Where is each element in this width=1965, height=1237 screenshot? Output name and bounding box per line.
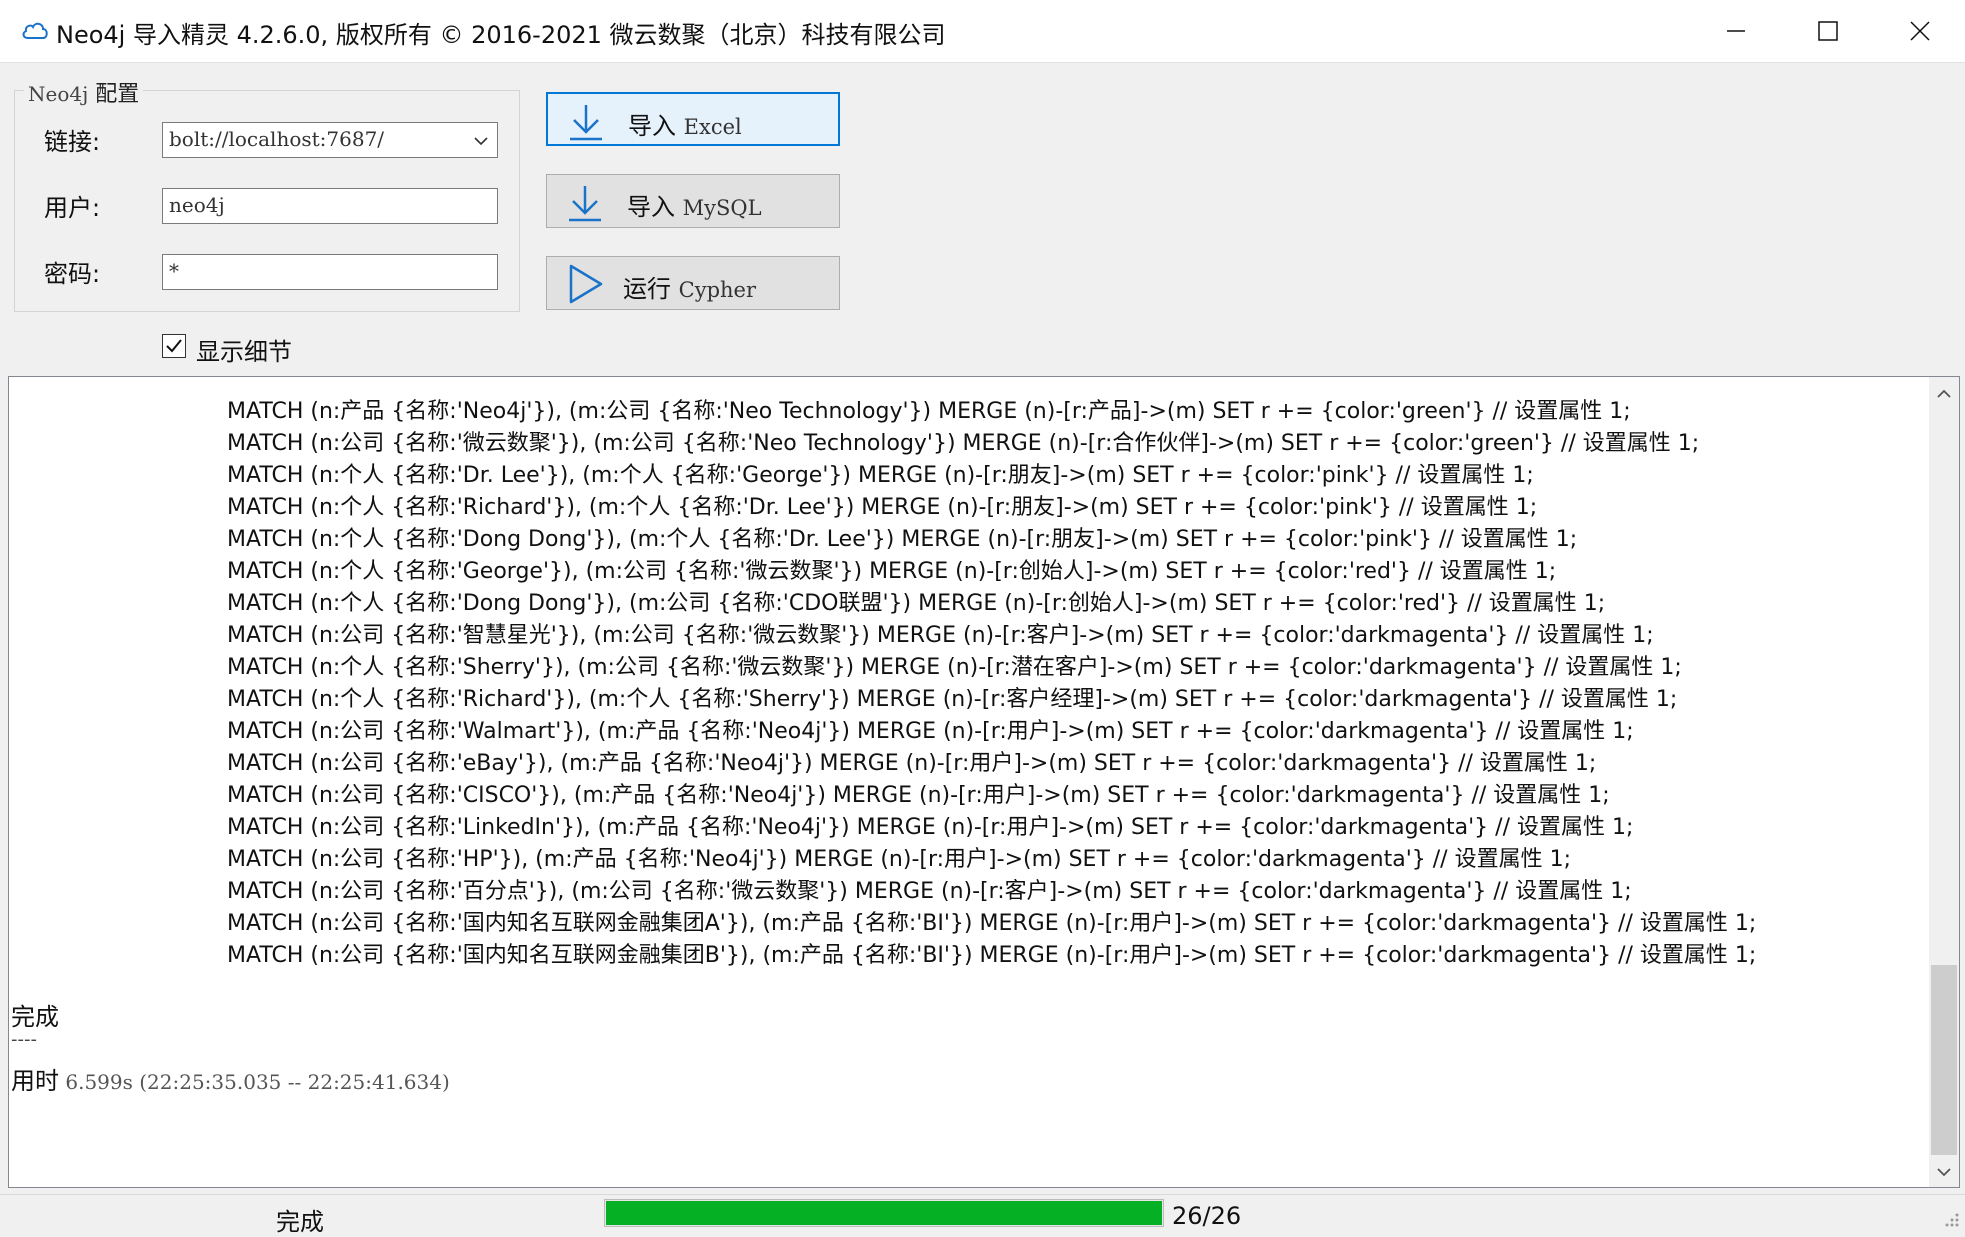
scroll-thumb[interactable] (1931, 965, 1957, 1155)
log-line: MATCH (n:公司 {名称:'国内知名互联网金融集团A'}), (m:产品 … (227, 911, 1757, 936)
progress-fill (606, 1201, 1162, 1225)
log-line: MATCH (n:公司 {名称:'百分点'}), (m:公司 {名称:'微云数聚… (227, 879, 1632, 904)
minimize-button[interactable] (1690, 0, 1782, 62)
run-cypher-button[interactable]: 运行 Cypher (546, 256, 840, 310)
import-mysql-button[interactable]: 导入 MySQL (546, 174, 840, 228)
maximize-icon (1818, 21, 1838, 41)
import-excel-button[interactable]: 导入 Excel (546, 92, 840, 146)
connection-combobox[interactable]: bolt://localhost:7687/ (162, 122, 498, 158)
import-mysql-label: 导入 MySQL (627, 193, 762, 221)
log-line: MATCH (n:个人 {名称:'Sherry'}), (m:公司 {名称:'微… (227, 655, 1682, 680)
log-scrollbar[interactable] (1929, 377, 1959, 1187)
checkmark-icon (166, 339, 182, 353)
password-input[interactable]: * (162, 254, 498, 290)
checkbox-box[interactable] (162, 334, 186, 358)
config-group-title: Neo4j 配置 (24, 76, 144, 108)
log-line: MATCH (n:个人 {名称:'Richard'}), (m:个人 {名称:'… (227, 687, 1678, 712)
progress-count: 26/26 (1172, 1202, 1242, 1230)
log-line: MATCH (n:产品 {名称:'Neo4j'}), (m:公司 {名称:'Ne… (227, 399, 1631, 424)
user-label: 用户: (44, 194, 101, 222)
import-excel-label: 导入 Excel (628, 112, 742, 140)
log-line: MATCH (n:个人 {名称:'Dong Dong'}), (m:公司 {名称… (227, 591, 1606, 616)
password-label: 密码: (44, 260, 101, 288)
run-cypher-label: 运行 Cypher (623, 275, 757, 303)
log-output[interactable]: MATCH (n:产品 {名称:'Neo4j'}), (m:公司 {名称:'Ne… (8, 376, 1960, 1188)
log-separator: ---- (11, 1029, 37, 1050)
scroll-up-icon[interactable] (1935, 385, 1953, 403)
progress-bar (604, 1199, 1164, 1227)
log-line: MATCH (n:公司 {名称:'微云数聚'}), (m:公司 {名称:'Neo… (227, 431, 1700, 456)
resize-grip-icon[interactable] (1941, 1209, 1961, 1229)
scroll-down-icon[interactable] (1935, 1163, 1953, 1181)
status-bar: 完成 26/26 (0, 1194, 1965, 1236)
log-line: MATCH (n:公司 {名称:'HP'}), (m:产品 {名称:'Neo4j… (227, 847, 1571, 872)
log-line: MATCH (n:个人 {名称:'George'}), (m:公司 {名称:'微… (227, 559, 1557, 584)
log-line: MATCH (n:公司 {名称:'eBay'}), (m:产品 {名称:'Neo… (227, 751, 1597, 776)
window-title: Neo4j 导入精灵 4.2.6.0, 版权所有 © 2016-2021 微云数… (56, 21, 946, 49)
close-icon (1910, 21, 1930, 41)
log-line: MATCH (n:公司 {名称:'Walmart'}), (m:产品 {名称:'… (227, 719, 1634, 744)
log-line: MATCH (n:公司 {名称:'CISCO'}), (m:产品 {名称:'Ne… (227, 783, 1610, 808)
user-input[interactable]: neo4j (162, 188, 498, 224)
connection-value: bolt://localhost:7687/ (169, 127, 385, 151)
log-line: MATCH (n:公司 {名称:'智慧星光'}), (m:公司 {名称:'微云数… (227, 623, 1654, 648)
connection-label: 链接: (44, 128, 101, 156)
minimize-icon (1727, 30, 1745, 32)
log-line: MATCH (n:个人 {名称:'Dr. Lee'}), (m:个人 {名称:'… (227, 463, 1534, 488)
download-arrow-icon (570, 105, 602, 141)
chevron-down-icon[interactable] (471, 131, 491, 151)
log-line: MATCH (n:公司 {名称:'LinkedIn'}), (m:产品 {名称:… (227, 815, 1634, 840)
cloud-icon (22, 22, 48, 39)
title-bar: Neo4j 导入精灵 4.2.6.0, 版权所有 © 2016-2021 微云数… (0, 0, 1965, 63)
log-line: MATCH (n:个人 {名称:'Richard'}), (m:个人 {名称:'… (227, 495, 1538, 520)
play-icon (569, 264, 603, 304)
log-line: MATCH (n:个人 {名称:'Dong Dong'}), (m:个人 {名称… (227, 527, 1578, 552)
close-button[interactable] (1874, 0, 1965, 62)
log-done-text: 完成 (11, 1003, 59, 1031)
maximize-button[interactable] (1782, 0, 1874, 62)
download-arrow-icon (569, 186, 601, 222)
log-elapsed: 用时 6.599s (22:25:35.035 -- 22:25:41.634) (11, 1067, 450, 1095)
show-detail-label: 显示细节 (196, 338, 292, 366)
log-line: MATCH (n:公司 {名称:'国内知名互联网金融集团B'}), (m:产品 … (227, 943, 1757, 968)
